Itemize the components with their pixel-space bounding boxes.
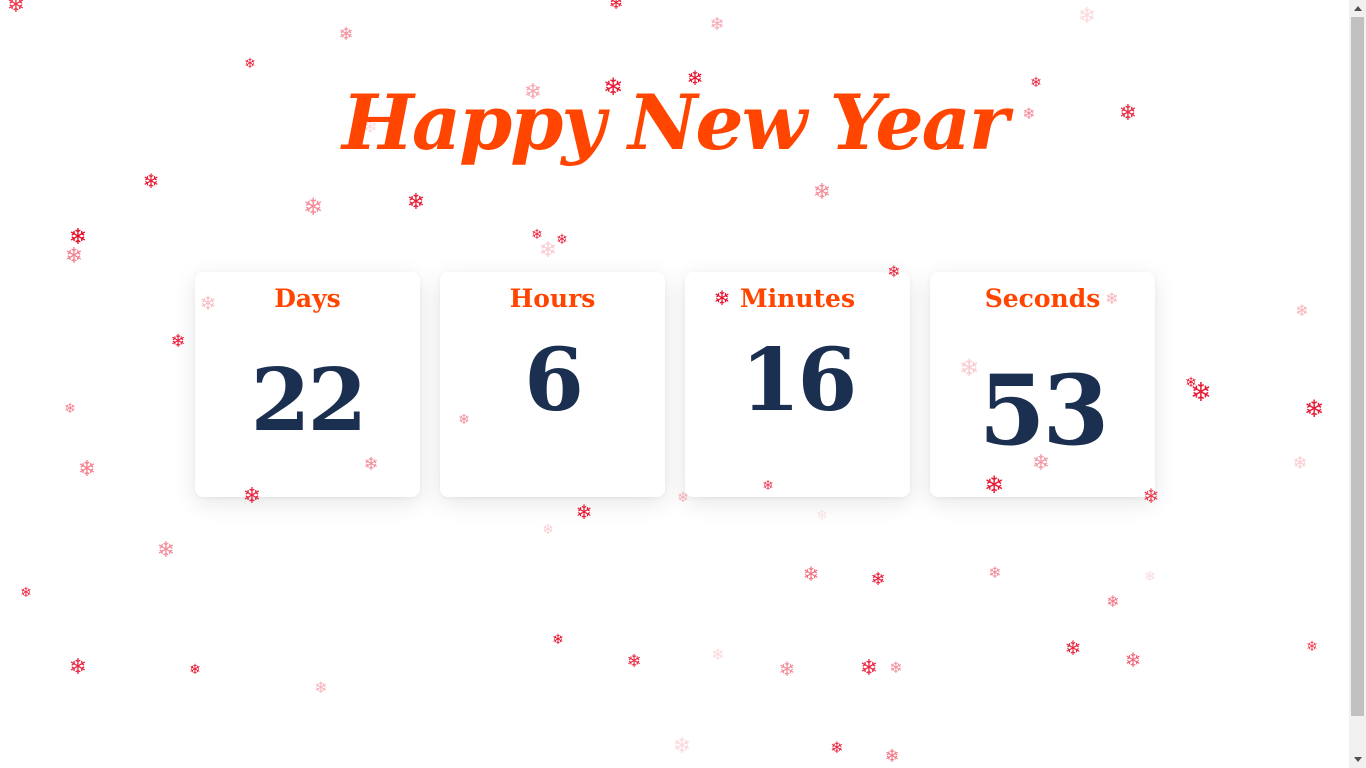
snowflake-icon: ❄ [1295,301,1309,320]
snowflake-icon: ❄ [884,746,900,767]
snowflake-icon: ❄ [859,656,879,681]
snowflake-icon: ❄ [889,658,903,677]
scrollbar-thumb[interactable] [1351,17,1364,716]
page-title: Happy New Year [342,78,1009,167]
snowflake-icon: ❄ [1190,378,1212,408]
snowflake-icon: ❄ [1185,375,1197,391]
hours-label: Hours [509,284,596,313]
minutes-card: Minutes 16 [685,272,910,497]
minutes-label: Minutes [739,284,856,313]
seconds-card: Seconds 53 [930,272,1155,497]
snowflake-icon: ❄ [1303,395,1325,423]
snowflake-icon: ❄ [802,562,820,586]
snowflake-icon: ❄ [709,14,725,35]
snowflake-icon: ❄ [988,563,1002,582]
snowflake-icon: ❄ [6,0,26,18]
minutes-value: 16 [740,330,858,431]
snowflake-icon: ❄ [1106,592,1120,611]
snowflake-icon: ❄ [1292,453,1308,474]
snowflake-icon: ❄ [406,190,426,215]
scroll-down-button[interactable] [1349,751,1366,768]
snowflake-icon: ❄ [812,180,832,205]
snowflake-icon: ❄ [314,678,328,697]
hours-value: 6 [524,330,584,431]
snowflake-icon: ❄ [778,657,796,681]
snowflake-icon: ❄ [556,232,568,248]
chevron-up-icon [1353,6,1362,11]
snowflake-icon: ❄ [531,227,543,243]
snowflake-icon: ❄ [170,331,186,352]
snowflake-icon: ❄ [608,0,624,14]
snowflake-icon: ❄ [1144,569,1156,585]
snowflake-icon: ❄ [542,522,554,538]
snowflake-icon: ❄ [1306,639,1318,655]
snowflake-icon: ❄ [672,734,692,759]
days-card: Days 22 [195,272,420,497]
days-value: 22 [250,350,368,451]
snowflake-icon: ❄ [538,238,558,263]
countdown-container: Days 22 Hours 6 Minutes 16 Seconds 53 [195,272,1155,497]
snowflake-icon: ❄ [338,24,354,45]
snowflake-icon: ❄ [302,193,324,221]
snowflake-icon: ❄ [77,457,97,482]
snowflake-icon: ❄ [68,225,88,250]
hours-card: Hours 6 [440,272,665,497]
snowflake-icon: ❄ [142,169,160,193]
snowflake-icon: ❄ [156,538,176,563]
vertical-scrollbar[interactable] [1349,0,1366,768]
snowflake-icon: ❄ [244,56,256,72]
snowflake-icon: ❄ [870,569,886,590]
snowflake-icon: ❄ [64,401,76,417]
snowflake-icon: ❄ [1077,4,1097,29]
seconds-label: Seconds [984,284,1101,313]
snowflake-icon: ❄ [1064,636,1082,660]
snowflake-icon: ❄ [816,508,828,524]
snowflake-icon: ❄ [711,645,725,664]
scroll-up-button[interactable] [1349,0,1366,17]
snowflake-icon: ❄ [552,632,564,648]
snowflake-icon: ❄ [830,738,844,757]
snowflake-icon: ❄ [68,655,88,680]
snowflake-icon: ❄ [189,662,201,678]
snowflake-icon: ❄ [64,244,84,269]
seconds-value: 53 [978,354,1110,467]
snowflake-icon: ❄ [20,585,32,601]
snowflake-icon: ❄ [1124,648,1142,672]
chevron-down-icon [1353,757,1362,762]
days-label: Days [274,284,341,313]
snowflake-icon: ❄ [626,651,642,672]
snowflake-icon: ❄ [575,500,593,524]
countdown-page: Happy New Year Days 22 Hours 6 Minutes 1… [0,0,1366,768]
